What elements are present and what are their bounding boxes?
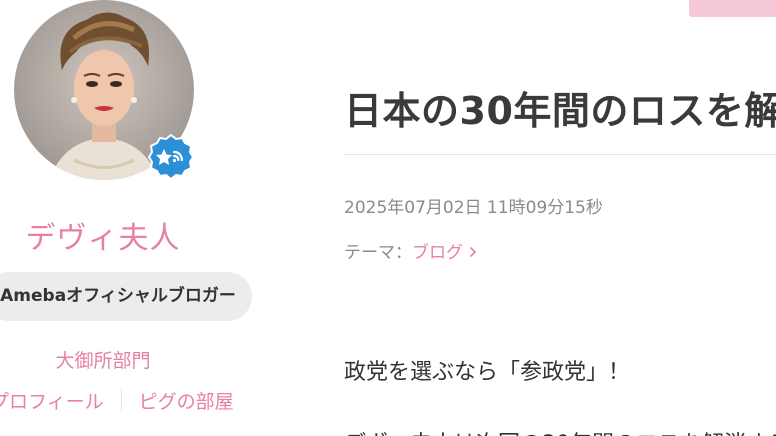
theme-prefix: テーマ： (344, 243, 412, 263)
link-divider (120, 389, 122, 411)
profile-link[interactable]: プロフィール (0, 387, 104, 414)
chevron-right-icon (469, 243, 477, 263)
sidebar-links: プロフィール ピグの部屋 (0, 386, 234, 414)
blog-page: デヴィ夫人 Amebaオフィシャルブロガー 大御所部門 プロフィール ピグの部屋… (0, 0, 776, 436)
entry-main: 日本の30年間のロスを解 2025年07月02日 11時09分15秒 テーマ： … (344, 0, 776, 436)
official-star-badge-icon (147, 133, 195, 181)
entry-date: 2025年07月02日 11時09分15秒 (344, 198, 603, 218)
theme-link[interactable]: ブログ (412, 238, 463, 263)
sidebar-profile: デヴィ夫人 Amebaオフィシャルブロガー 大御所部門 プロフィール ピグの部屋 (0, 0, 310, 436)
pigg-room-link[interactable]: ピグの部屋 (139, 387, 234, 414)
category-link[interactable]: 大御所部門 (0, 346, 206, 373)
entry-title[interactable]: 日本の30年間のロスを解 (344, 80, 776, 135)
avatar-wrap (14, 0, 195, 181)
official-blogger-badge[interactable]: Amebaオフィシャルブロガー (0, 272, 252, 321)
entry-theme: テーマ： ブログ (344, 238, 477, 263)
blogger-name[interactable]: デヴィ夫人 (0, 213, 206, 257)
title-divider (344, 154, 776, 155)
entry-body-line: デヴィ夫人は次回の30年間のロスを解消する (344, 426, 776, 436)
entry-body-line: 政党を選ぶなら「参政党」！ (344, 360, 631, 385)
